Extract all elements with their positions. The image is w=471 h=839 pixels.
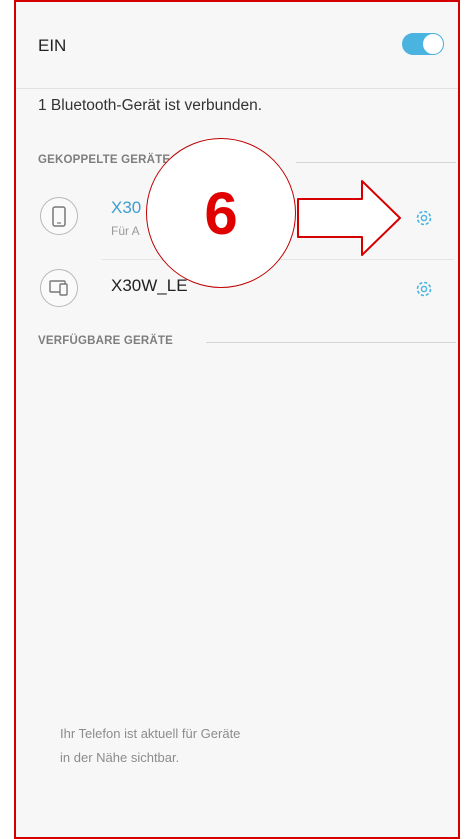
device-name: X30W_LE: [111, 276, 188, 295]
arrow-icon: [297, 180, 401, 256]
phone-icon: [40, 197, 78, 235]
section-divider: [296, 162, 456, 163]
section-divider: [206, 342, 456, 343]
step-number: 6: [204, 179, 238, 247]
switch-knob: [422, 33, 444, 55]
visibility-note-line2: in der Nähe sichtbar.: [60, 750, 180, 765]
connection-status: 1 Bluetooth-Gerät ist verbunden.: [38, 97, 263, 114]
bluetooth-toggle-row[interactable]: EIN: [16, 2, 458, 88]
paired-section-title: GEKOPPELTE GERÄTE: [38, 154, 171, 166]
step-badge: 6: [146, 138, 296, 288]
toggle-label: EIN: [38, 36, 67, 55]
gear-icon[interactable]: [414, 208, 434, 228]
bluetooth-switch[interactable]: [402, 33, 444, 55]
screen-frame: EIN 1 Bluetooth-Gerät ist verbunden. GEK…: [14, 0, 460, 839]
divider: [16, 88, 458, 89]
gear-icon[interactable]: [414, 279, 434, 299]
device-subtitle: Für A: [111, 224, 140, 238]
multi-device-icon: [40, 269, 78, 307]
device-name: X30: [111, 198, 142, 217]
visibility-note-line1: Ihr Telefon ist aktuell für Geräte: [60, 726, 241, 741]
visibility-note: Ihr Telefon ist aktuell für Geräte in de…: [60, 722, 240, 770]
available-section-title: VERFÜGBARE GERÄTE: [38, 335, 174, 347]
